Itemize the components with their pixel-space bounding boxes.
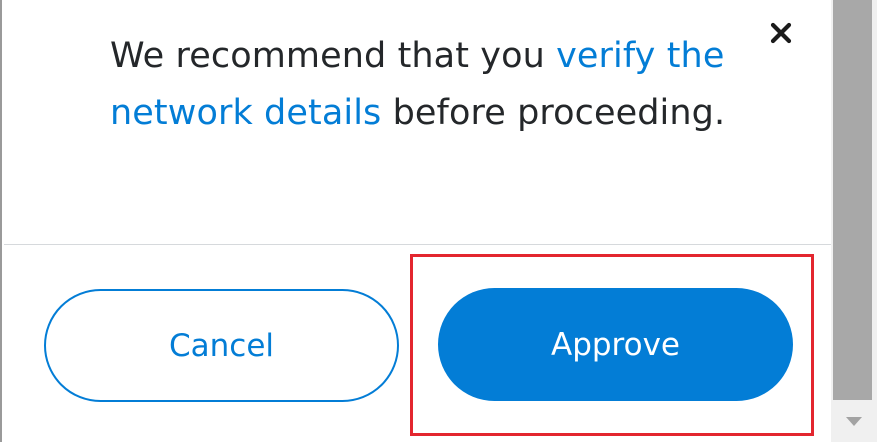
scroll-down-arrow-icon bbox=[846, 417, 862, 426]
network-confirmation-dialog: We recommend that you verify the network… bbox=[0, 0, 833, 442]
footer-divider bbox=[4, 244, 833, 245]
close-button[interactable] bbox=[764, 16, 798, 50]
approve-button[interactable]: Approve bbox=[438, 288, 793, 401]
scrollbar-thumb[interactable] bbox=[833, 0, 872, 400]
close-icon bbox=[770, 22, 792, 44]
cancel-button[interactable]: Cancel bbox=[44, 289, 399, 402]
scroll-down-button[interactable] bbox=[831, 400, 877, 442]
message-text-after: before proceeding. bbox=[381, 93, 726, 133]
recommendation-message: We recommend that you verify the network… bbox=[110, 28, 750, 142]
message-text-before: We recommend that you bbox=[110, 36, 557, 76]
